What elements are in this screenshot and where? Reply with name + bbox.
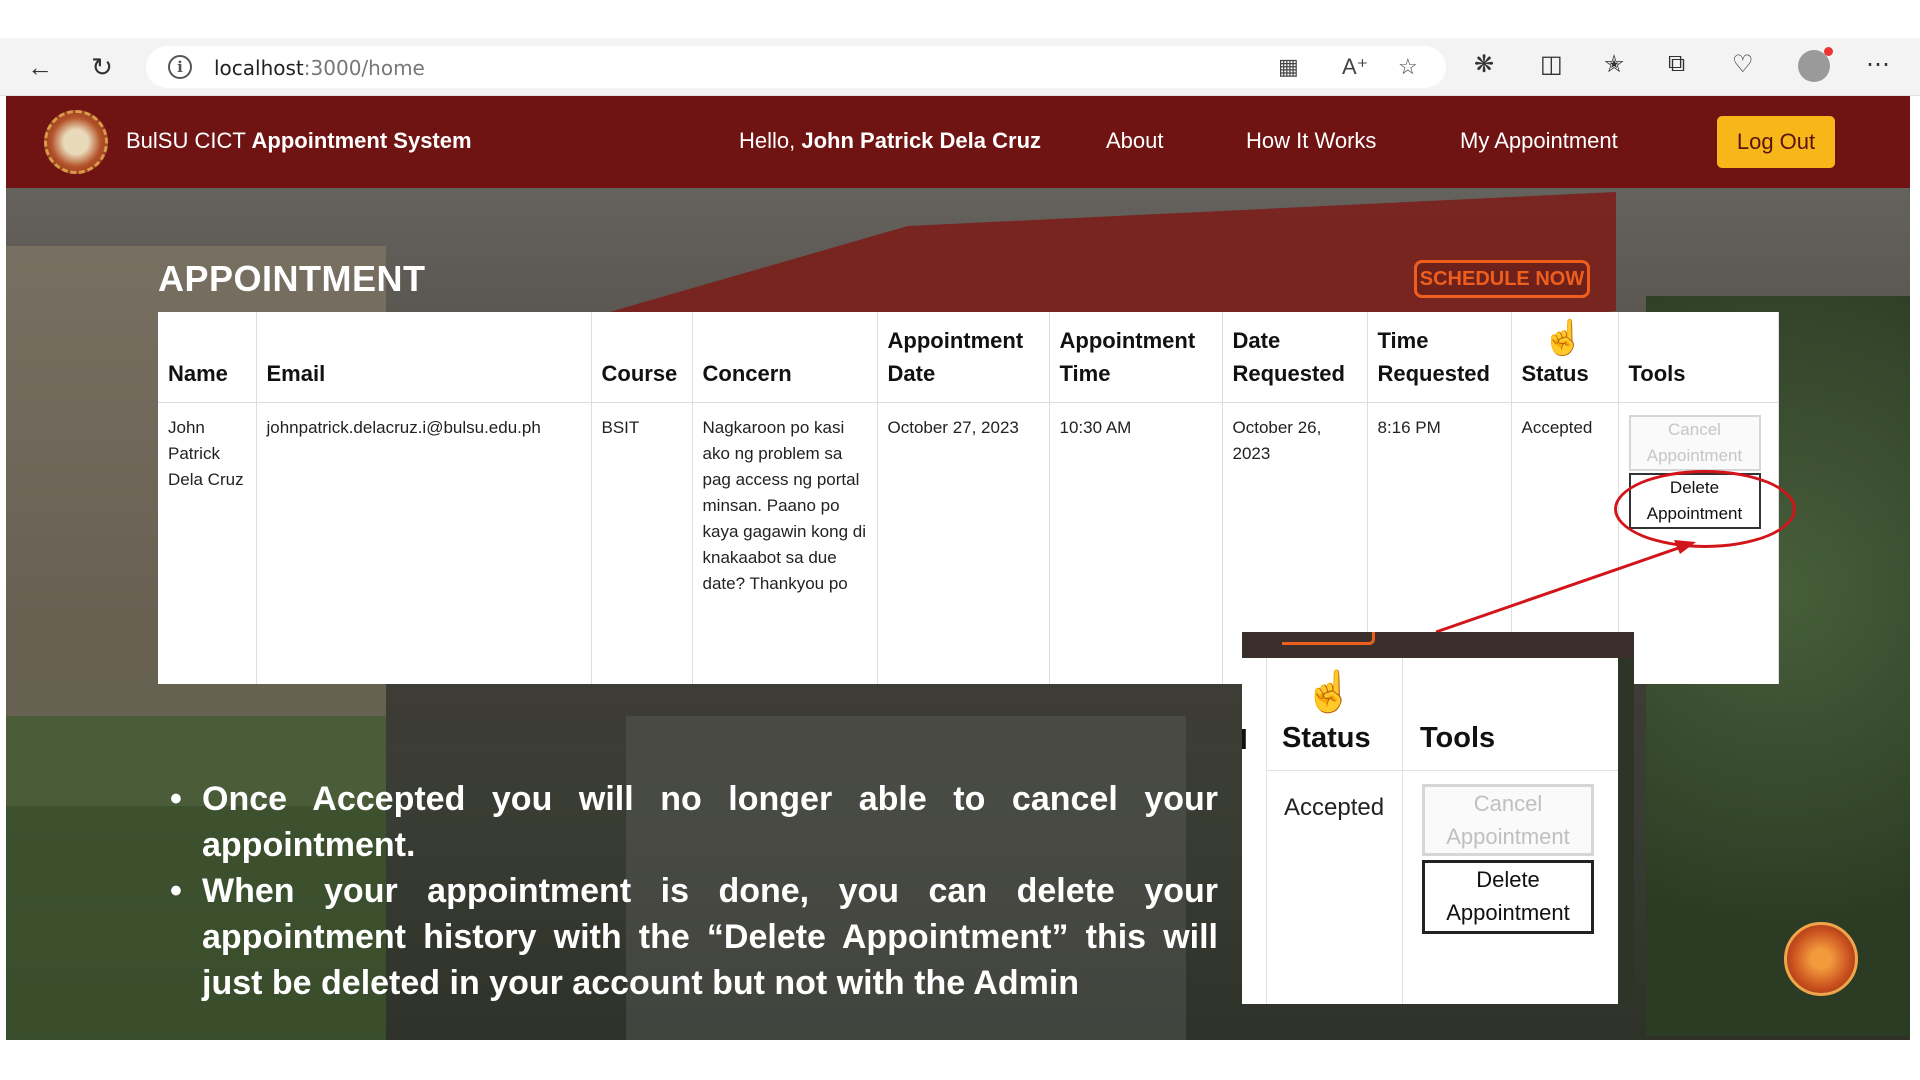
back-arrow-icon[interactable]: ←	[22, 50, 58, 84]
hand-pointer-icon: ☝	[1304, 670, 1354, 714]
favorites-icon[interactable]: ✭	[1604, 50, 1624, 79]
browser-toolbar: ← ↻ i localhost:3000/home ▦ A⁺ ☆ ❋ ◫ ✭ ⧉…	[0, 38, 1920, 96]
collections-icon[interactable]: ⧉	[1668, 50, 1685, 78]
split-screen-icon[interactable]: ◫	[1540, 50, 1563, 79]
zoomed-detail-panel: l ☝ Status Tools Accepted Cancel Appoint…	[1242, 632, 1634, 1004]
url-host: localhost	[214, 56, 304, 80]
note-item: When your appointment is done, you can d…	[166, 868, 1218, 1006]
zoom-cancel-appointment-button[interactable]: Cancel Appointment	[1422, 784, 1594, 856]
zoom-delete-appointment-button[interactable]: Delete Appointment	[1422, 860, 1594, 934]
zoom-tools-header: Tools	[1420, 722, 1496, 754]
favorite-star-icon[interactable]: ☆	[1398, 54, 1418, 80]
zoom-column-divider	[1266, 658, 1267, 1004]
web-page: BulSU CICT Appointment System Hello, Joh…	[6, 96, 1910, 1040]
browser-essentials-icon[interactable]: ♡	[1732, 50, 1754, 79]
profile-avatar[interactable]	[1798, 47, 1833, 82]
refresh-icon[interactable]: ↻	[84, 50, 120, 84]
zoom-header-fragment: l	[1242, 724, 1248, 755]
instruction-notes: Once Accepted you will no longer able to…	[166, 776, 1218, 1006]
zoom-status-header: Status	[1282, 722, 1371, 754]
zoom-column-divider	[1402, 658, 1403, 1004]
note-item: Once Accepted you will no longer able to…	[166, 776, 1218, 868]
url-text: localhost:3000/home	[214, 56, 425, 80]
zoom-header-divider	[1266, 770, 1618, 771]
url-path: :3000/home	[303, 56, 425, 80]
address-bar[interactable]: i localhost:3000/home ▦ A⁺ ☆	[146, 46, 1446, 88]
zoom-top-strip	[1242, 632, 1634, 658]
zoom-status-value: Accepted	[1284, 794, 1385, 821]
extensions-icon[interactable]: ❋	[1474, 50, 1494, 79]
cict-badge-logo	[1784, 922, 1858, 996]
app-grid-icon[interactable]: ▦	[1278, 54, 1299, 80]
read-aloud-icon[interactable]: A⁺	[1342, 54, 1368, 80]
more-menu-icon[interactable]: ⋯	[1866, 50, 1890, 79]
zoom-right-strip	[1618, 658, 1634, 1004]
info-icon[interactable]: i	[168, 55, 192, 79]
